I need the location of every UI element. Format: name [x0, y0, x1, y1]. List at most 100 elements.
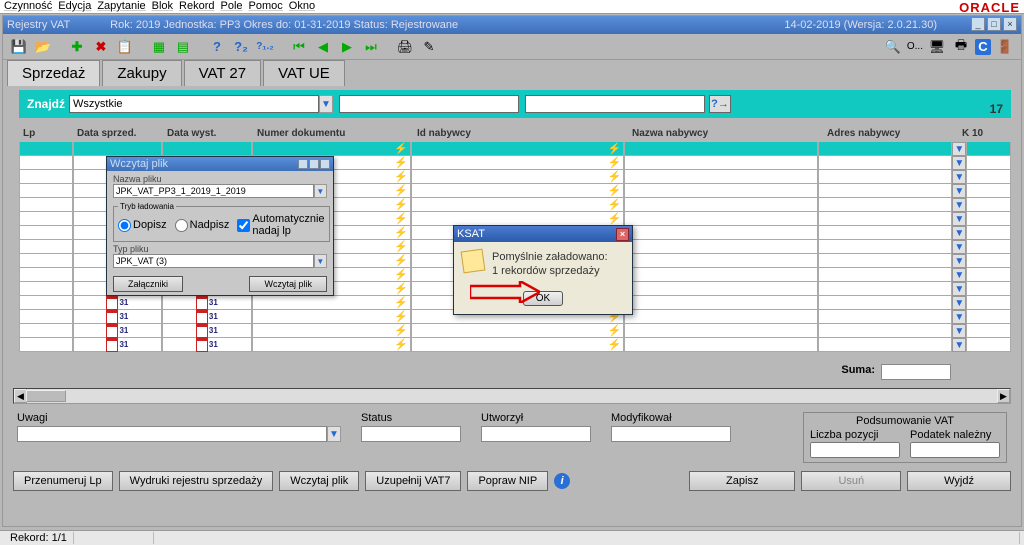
- cell-k10[interactable]: [966, 324, 1011, 338]
- cell-nazwa-nab[interactable]: [624, 324, 818, 338]
- msg-titlebar[interactable]: KSAT ×: [454, 226, 632, 242]
- toolbar-o-label[interactable]: O...: [907, 41, 923, 52]
- cell-adres-nab[interactable]: [818, 212, 952, 226]
- typ-dd-icon[interactable]: ▼: [314, 254, 327, 268]
- scroll-thumb[interactable]: [26, 390, 66, 402]
- bolt-icon[interactable]: ⚡: [394, 338, 408, 351]
- calendar-icon[interactable]: 31: [196, 310, 218, 324]
- tab-vat27[interactable]: VAT 27: [184, 60, 262, 86]
- filter-dropdown-icon[interactable]: ▼: [319, 95, 333, 113]
- cell-data-sprzed[interactable]: 31: [73, 324, 162, 338]
- cell-adres-nab[interactable]: [818, 324, 952, 338]
- nazwa-dd-icon[interactable]: ▼: [314, 184, 327, 198]
- row-dropdown-icon[interactable]: ▼: [952, 310, 966, 324]
- wczytaj-plik-button[interactable]: Wczytaj plik: [279, 471, 359, 491]
- cell-k10[interactable]: [966, 282, 1011, 296]
- cell-k10[interactable]: [966, 240, 1011, 254]
- przenumeruj-button[interactable]: Przenumeruj Lp: [13, 471, 113, 491]
- cell-nazwa-nab[interactable]: [624, 282, 818, 296]
- bolt-icon[interactable]: ⚡: [608, 156, 622, 169]
- status-input[interactable]: [361, 426, 461, 442]
- prev-icon[interactable]: ◀: [313, 37, 333, 57]
- bolt-icon[interactable]: ⚡: [394, 310, 408, 323]
- cell-data-wyst[interactable]: 31: [162, 296, 251, 310]
- cell-k10[interactable]: [966, 184, 1011, 198]
- cell-nazwa-nab[interactable]: [624, 254, 818, 268]
- cell-nazwa-nab[interactable]: [624, 338, 818, 352]
- bolt-icon[interactable]: ⚡: [394, 240, 408, 253]
- nadpisz-radio[interactable]: Nadpisz: [175, 219, 230, 232]
- col-data-wyst[interactable]: Data wyst.: [163, 124, 253, 142]
- bolt-icon[interactable]: ⚡: [394, 142, 408, 155]
- horizontal-scrollbar[interactable]: ◀ ▶: [13, 388, 1011, 404]
- cell-data-sprzed[interactable]: 31: [73, 338, 162, 352]
- cell-id-nab[interactable]: ⚡: [411, 142, 625, 156]
- menu-rekord[interactable]: Rekord: [179, 0, 214, 13]
- auto-lp-checkbox[interactable]: Automatycznie nadaj lp: [237, 213, 324, 237]
- menu-okno[interactable]: Okno: [289, 0, 315, 13]
- row-dropdown-icon[interactable]: ▼: [952, 268, 966, 282]
- row-dropdown-icon[interactable]: ▼: [952, 170, 966, 184]
- cell-lp[interactable]: [19, 254, 73, 268]
- col-numer-dok[interactable]: Numer dokumentu: [253, 124, 413, 142]
- cell-k10[interactable]: [966, 254, 1011, 268]
- cell-k10[interactable]: [966, 268, 1011, 282]
- cell-id-nab[interactable]: ⚡: [411, 212, 625, 226]
- menu-zapytanie[interactable]: Zapytanie: [97, 0, 145, 13]
- cell-lp[interactable]: [19, 282, 73, 296]
- cell-nazwa-nab[interactable]: [624, 296, 818, 310]
- calendar-icon[interactable]: 31: [106, 338, 128, 352]
- table-row[interactable]: 31 31 ⚡ ⚡ ▼: [19, 338, 1011, 352]
- filter-go-icon[interactable]: ?→: [709, 95, 731, 113]
- bolt-icon[interactable]: ⚡: [608, 212, 622, 225]
- cell-nazwa-nab[interactable]: [624, 156, 818, 170]
- cell-id-nab[interactable]: ⚡: [411, 184, 625, 198]
- cell-data-sprzed[interactable]: 31: [73, 296, 162, 310]
- cell-k10[interactable]: [966, 198, 1011, 212]
- bolt-icon[interactable]: ⚡: [608, 170, 622, 183]
- bolt-icon[interactable]: ⚡: [608, 338, 622, 351]
- bolt-icon[interactable]: ⚡: [394, 324, 408, 337]
- search-icon[interactable]: 🔍: [883, 37, 903, 57]
- menu-pomoc[interactable]: Pomoc: [249, 0, 283, 13]
- dlg-close-icon[interactable]: ×: [320, 159, 330, 169]
- cell-nazwa-nab[interactable]: [624, 240, 818, 254]
- calendar-icon[interactable]: 31: [106, 310, 128, 324]
- cell-lp[interactable]: [19, 156, 73, 170]
- cell-data-wyst[interactable]: 31: [162, 310, 251, 324]
- table-row[interactable]: ⚡⚡▼: [19, 142, 1011, 156]
- bolt-icon[interactable]: ⚡: [394, 184, 408, 197]
- calendar-icon[interactable]: 31: [196, 338, 218, 352]
- cell-numer-dok[interactable]: ⚡: [252, 142, 411, 156]
- help12-icon[interactable]: ?₁.₂: [255, 37, 275, 57]
- tab-vatue[interactable]: VAT UE: [263, 60, 345, 86]
- bolt-icon[interactable]: ⚡: [394, 268, 408, 281]
- row-dropdown-icon[interactable]: ▼: [952, 338, 966, 352]
- bolt-icon[interactable]: ⚡: [394, 282, 408, 295]
- menu-blok[interactable]: Blok: [152, 0, 173, 13]
- cell-k10[interactable]: [966, 142, 1011, 156]
- cell-numer-dok[interactable]: ⚡: [252, 310, 411, 324]
- open-icon[interactable]: 📂: [33, 37, 53, 57]
- cell-adres-nab[interactable]: [818, 198, 952, 212]
- tool2-icon[interactable]: 🖶: [951, 37, 971, 57]
- cell-adres-nab[interactable]: [818, 310, 952, 324]
- cell-nazwa-nab[interactable]: [624, 268, 818, 282]
- print-icon[interactable]: 🖨: [395, 37, 415, 57]
- help-icon[interactable]: ?: [207, 37, 227, 57]
- cell-lp[interactable]: [19, 338, 73, 352]
- uzupelnij-vat7-button[interactable]: Uzupełnij VAT7: [365, 471, 461, 491]
- msg-close-icon[interactable]: ×: [616, 228, 629, 241]
- dialog-wczytaj-button[interactable]: Wczytaj plik: [249, 276, 327, 292]
- cell-k10[interactable]: [966, 156, 1011, 170]
- zalaczniki-button[interactable]: Załączniki: [113, 276, 183, 292]
- exit-icon[interactable]: 🚪: [995, 37, 1015, 57]
- bolt-icon[interactable]: ⚡: [394, 170, 408, 183]
- cell-lp[interactable]: [19, 142, 73, 156]
- table-row[interactable]: 3131⚡⚡▼: [19, 324, 1011, 338]
- cell-nazwa-nab[interactable]: [624, 226, 818, 240]
- last-icon[interactable]: ⏭: [361, 37, 381, 57]
- calendar-icon[interactable]: 31: [196, 324, 218, 338]
- cell-id-nab[interactable]: ⚡: [411, 338, 625, 352]
- bolt-icon[interactable]: ⚡: [394, 198, 408, 211]
